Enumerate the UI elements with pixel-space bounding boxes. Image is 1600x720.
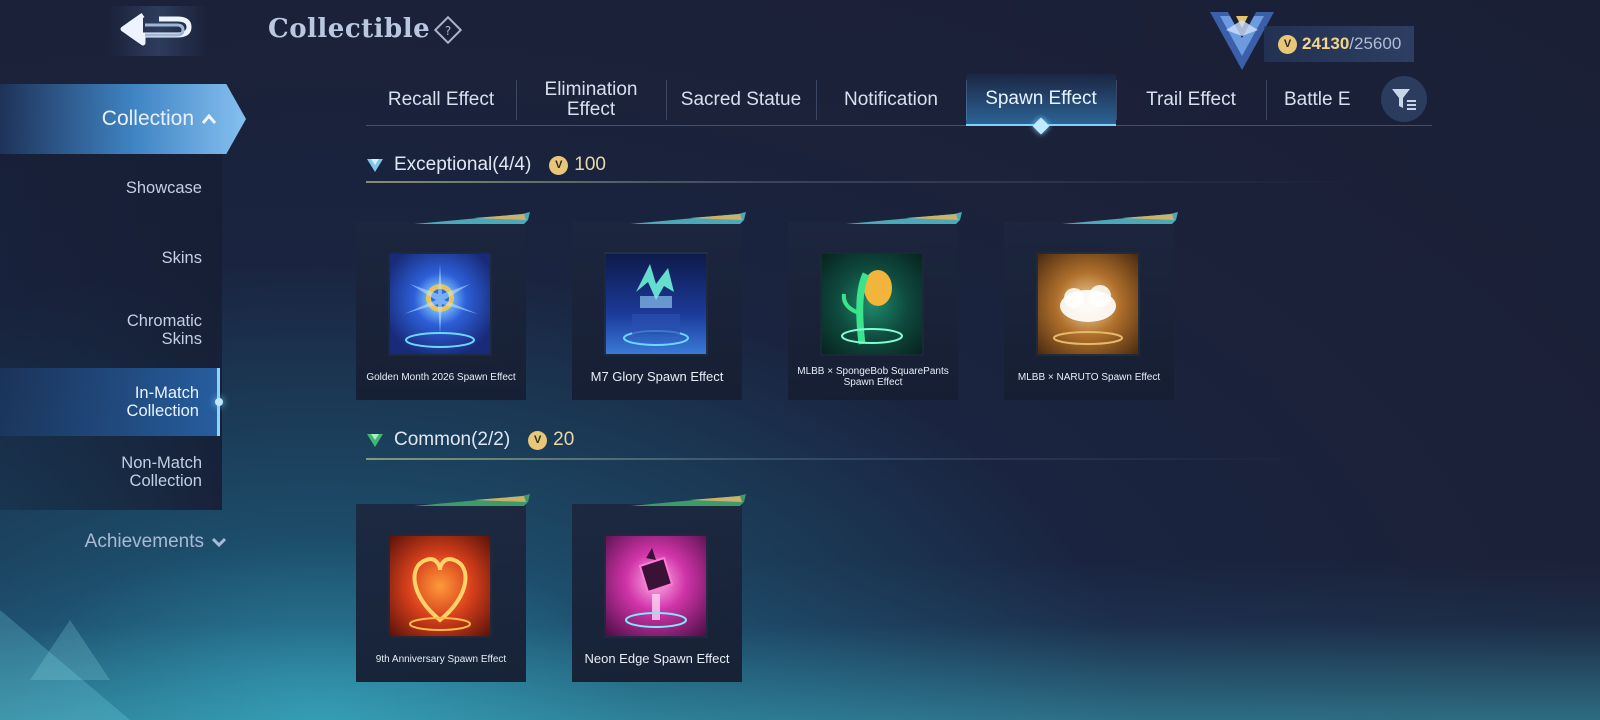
tab-battle-effect[interactable]: Battle E [1266,74,1362,126]
item-name: 9th Anniversary Spawn Effect [375,653,507,665]
collectible-card[interactable]: Neon Edge Spawn Effect [572,494,746,682]
item-name: Neon Edge Spawn Effect [584,651,730,666]
sidebar-item-skins[interactable]: Skins [0,224,220,292]
spawn-effect-image [409,557,471,631]
collectible-card[interactable]: MLBB × NARUTO Spawn Effect [1004,212,1178,400]
item-name: MLBB × SpongeBob SquarePants Spawn Effec… [797,366,949,388]
sidebar-item-label: Skins [161,249,202,267]
sidebar-item-non-match-collection[interactable]: Non-Match Collection [0,438,220,506]
tab-spawn-effect[interactable]: Spawn Effect [966,74,1116,135]
tab-recall-effect[interactable]: Recall Effect [366,74,516,126]
collectible-card[interactable]: M7 Glory Spawn Effect [572,212,746,400]
active-tab-indicator [1032,117,1050,135]
background-crystal [30,620,110,680]
section-divider [366,181,1356,183]
section-title: Exceptional(4/4) [394,154,532,175]
item-thumbnail [388,252,492,356]
card-ribbon [414,494,530,506]
question-diamond-icon: ? [434,16,462,44]
chevron-down-icon [212,537,226,547]
item-thumbnail [388,534,492,638]
sidebar-group-achievements[interactable]: Achievements [0,522,232,562]
sidebar-item-in-match-collection[interactable]: In-Match Collection [0,368,223,436]
tab-elimination-effect[interactable]: Elimination Effect [516,74,666,126]
page-title: Collectible [268,14,431,44]
item-name: Golden Month 2026 Spawn Effect [366,371,516,383]
tab-notification[interactable]: Notification [816,74,966,126]
card-ribbon [630,494,746,506]
item-thumbnail [820,252,924,356]
collection-points: V 24130/25600 [1264,26,1414,62]
coin-icon: V [1278,34,1297,54]
spawn-effect-image [1053,285,1123,345]
section-cost-value: 100 [574,154,606,175]
category-tabs: Recall Effect Elimination Effect Sacred … [366,74,1432,135]
spawn-effect-image [625,548,687,628]
sidebar-item-label: Showcase [125,179,202,197]
sidebar-item-label: In-Match Collection [126,384,199,420]
section-header-common: Common(2/2) V 20 [366,422,574,458]
back-button[interactable] [108,6,208,56]
card-ribbon [1062,212,1178,224]
section-cost: V 100 [549,154,606,176]
points-current: 24130 [1302,34,1350,53]
filter-icon [1392,89,1416,110]
collectible-card[interactable]: Golden Month 2026 Spawn Effect [356,212,530,400]
tab-label: Elimination Effect [544,79,638,120]
section-divider [366,458,1306,460]
rarity-gem-icon [367,159,383,172]
tab-label: Battle E [1284,89,1351,110]
item-thumbnail [604,252,708,356]
item-name: M7 Glory Spawn Effect [590,369,724,384]
back-arrow-icon [120,12,192,46]
active-indicator [215,398,223,406]
spawn-effect-image [841,270,903,345]
item-thumbnail [604,534,708,638]
filter-button[interactable] [1381,76,1427,122]
section-title: Common(2/2) [394,429,511,450]
help-button[interactable]: ? [434,16,462,44]
section-header-exceptional: Exceptional(4/4) V 100 [366,147,606,183]
section-cost-value: 20 [553,429,575,450]
tab-sacred-statue[interactable]: Sacred Statue [666,74,816,126]
sidebar-group-collection[interactable]: Collection [0,84,246,154]
chevron-up-icon [202,114,216,124]
tab-label: Notification [844,89,938,110]
svg-text:?: ? [445,24,451,38]
points-max: /25600 [1349,34,1402,53]
sidebar-group-label: Achievements [84,531,204,552]
card-ribbon [414,212,530,224]
tab-label: Spawn Effect [985,88,1097,109]
card-ribbon [846,212,962,224]
spawn-effect-image [623,264,689,346]
sidebar-item-showcase[interactable]: Showcase [0,154,220,222]
tab-trail-effect[interactable]: Trail Effect [1116,74,1266,126]
sidebar-item-label: Chromatic Skins [126,312,202,348]
coin-icon: V [528,430,548,450]
background-glow [0,560,1600,720]
card-ribbon [630,212,746,224]
item-thumbnail [1036,252,1140,356]
item-name: MLBB × NARUTO Spawn Effect [1017,371,1161,383]
tab-label: Recall Effect [387,89,495,110]
spawn-effect-image [404,264,478,348]
collectible-card[interactable]: MLBB × SpongeBob SquarePants Spawn Effec… [788,212,962,400]
collectible-card[interactable]: 9th Anniversary Spawn Effect [356,494,530,682]
tab-label: Trail Effect [1146,89,1236,110]
tab-label: Sacred Statue [680,89,802,110]
coin-icon: V [549,155,569,175]
rarity-gem-icon [367,434,383,447]
sidebar-group-label: Collection [101,107,194,130]
section-cost: V 20 [528,429,574,451]
sidebar-item-chromatic-skins[interactable]: Chromatic Skins [0,296,220,364]
sidebar-item-label: Non-Match Collection [121,454,202,490]
